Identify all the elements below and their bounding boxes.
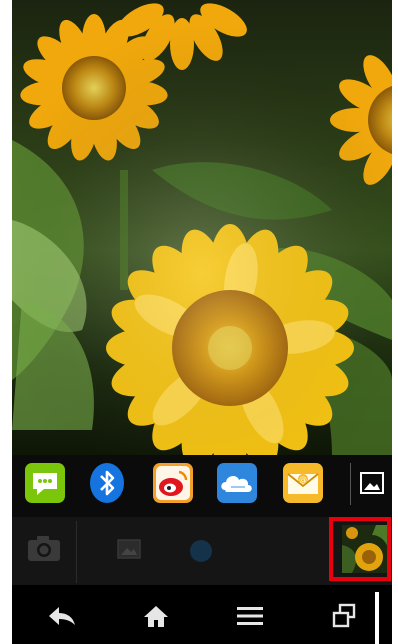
sunflower-wallpaper [12, 0, 392, 455]
scroll-indicator [375, 592, 379, 644]
bluetooth-icon[interactable] [86, 462, 128, 504]
dock-divider [350, 463, 351, 505]
svg-text:@: @ [299, 475, 307, 484]
phone-screen: @ [12, 0, 392, 644]
email-icon[interactable]: @ [282, 462, 324, 504]
gallery-icon[interactable] [114, 535, 144, 563]
recents-divider [76, 521, 77, 583]
camera-icon[interactable] [24, 531, 64, 565]
sms-icon[interactable] [24, 462, 66, 504]
gallery-icon[interactable] [356, 462, 388, 504]
sunflower-wallpaper-art [12, 0, 392, 455]
weibo-icon[interactable] [152, 462, 194, 504]
cloud-icon[interactable] [216, 462, 258, 504]
navigation-bar [12, 585, 392, 644]
home-icon[interactable] [136, 599, 176, 633]
recent-apps-icon[interactable] [324, 599, 364, 633]
circle-app-icon[interactable] [186, 537, 216, 565]
recent-apps-strip [12, 517, 392, 585]
selection-highlight [329, 517, 391, 581]
back-icon[interactable] [42, 599, 82, 633]
menu-icon[interactable] [230, 599, 270, 633]
app-dock: @ [12, 455, 392, 517]
